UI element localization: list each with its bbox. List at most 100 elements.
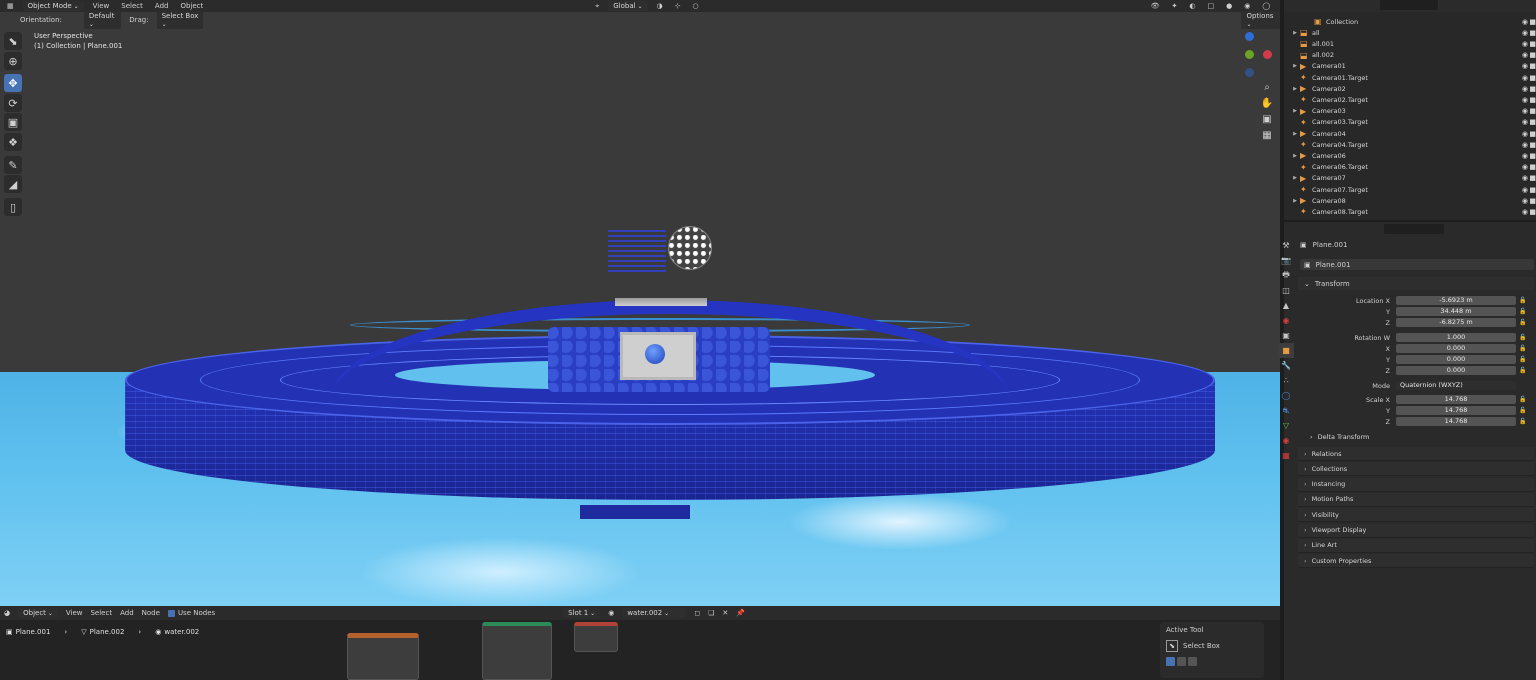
render-camera-icon[interactable]: ■ [1529, 51, 1536, 59]
outliner-item[interactable]: ▶ ▶ Camera08 ◉ ■ [1284, 195, 1536, 206]
rotation-w-field[interactable]: 1.000 [1396, 333, 1516, 342]
render-camera-icon[interactable]: ■ [1529, 163, 1536, 171]
rotation-x-field[interactable]: 0.000 [1396, 344, 1516, 353]
eye-icon[interactable]: ◉ [1522, 130, 1528, 138]
gizmo-x-axis-icon[interactable] [1263, 50, 1272, 59]
principled-bsdf-node[interactable] [482, 622, 552, 680]
image-texture-node[interactable] [347, 633, 419, 680]
outliner-item[interactable]: ▶ ▶ Camera07 ◉ ■ [1284, 173, 1536, 184]
proportional-icon[interactable]: ○ [690, 1, 702, 11]
outliner-item[interactable]: ✦ Camera08.Target ◉ ■ [1284, 206, 1536, 217]
eye-icon[interactable]: ◉ [1522, 40, 1528, 48]
menu-object[interactable]: Object [177, 1, 206, 11]
shading-rendered-icon[interactable]: ◯ [1259, 1, 1273, 11]
material-tab-icon[interactable]: ◉ [1278, 433, 1294, 448]
render-camera-icon[interactable]: ■ [1529, 208, 1536, 216]
rotation-z-field[interactable]: 0.000 [1396, 366, 1516, 375]
properties-search-input[interactable] [1384, 224, 1444, 234]
render-camera-icon[interactable]: ■ [1529, 197, 1536, 205]
material-output-node[interactable] [574, 622, 618, 652]
select-mode-subtract-icon[interactable] [1188, 657, 1197, 666]
eye-icon[interactable]: ◉ [1522, 51, 1528, 59]
eye-icon[interactable]: ◉ [1522, 74, 1528, 82]
physics-tab-icon[interactable]: ◯ [1278, 388, 1294, 403]
eye-icon[interactable]: ◉ [1522, 197, 1528, 205]
menu-add[interactable]: Add [152, 1, 172, 11]
render-camera-icon[interactable]: ■ [1529, 96, 1536, 104]
panel-visibility[interactable]: Visibility [1298, 508, 1534, 523]
render-camera-icon[interactable]: ■ [1529, 141, 1536, 149]
lock-icon[interactable]: 🔓 [1519, 334, 1526, 341]
visibility-icon[interactable]: 👁 [1148, 1, 1163, 11]
eye-icon[interactable]: ◉ [1522, 107, 1528, 115]
eye-icon[interactable]: ◉ [1522, 141, 1528, 149]
menu-select[interactable]: Select [118, 1, 146, 11]
shield-icon[interactable]: ◻ [694, 609, 700, 617]
outliner-item[interactable]: ✦ Camera01.Target ◉ ■ [1284, 72, 1536, 83]
lock-icon[interactable]: 🔓 [1519, 418, 1526, 425]
expand-arrow-icon[interactable]: ▶ [1290, 108, 1300, 114]
orientation-select[interactable]: Default [83, 10, 122, 29]
editor-type-icon[interactable]: ▦ [4, 1, 17, 11]
eye-icon[interactable]: ◉ [1522, 96, 1528, 104]
particles-tab-icon[interactable]: ∴ [1278, 373, 1294, 388]
render-camera-icon[interactable]: ■ [1529, 186, 1536, 194]
output-tab-icon[interactable]: 🖶 [1278, 268, 1294, 283]
outliner-item[interactable]: ▶ ▶ Camera02 ◉ ■ [1284, 83, 1536, 94]
render-tab-icon[interactable]: 📷 [1278, 253, 1294, 268]
render-camera-icon[interactable]: ■ [1529, 18, 1536, 26]
pivot-icon[interactable]: ◑ [654, 1, 666, 11]
outliner-item[interactable]: ✦ Camera03.Target ◉ ■ [1284, 117, 1536, 128]
location-y-field[interactable]: 34.448 m [1396, 307, 1516, 316]
editor-type-icon[interactable]: ◕ [4, 609, 10, 617]
outliner-item[interactable]: ✦ Camera04.Target ◉ ■ [1284, 139, 1536, 150]
rotate-tool-icon[interactable]: ⟳ [4, 94, 22, 112]
add-cube-tool-icon[interactable]: ▯ [4, 198, 22, 216]
menu-select[interactable]: Select [90, 609, 112, 617]
zoom-icon[interactable]: ⌕ [1260, 80, 1274, 94]
shading-solid-icon[interactable]: ● [1223, 1, 1235, 11]
rotation-mode-select[interactable]: Quaternion (WXYZ) [1396, 381, 1516, 390]
texture-tab-icon[interactable]: ▦ [1278, 448, 1294, 463]
panel-line-art[interactable]: Line Art [1298, 538, 1534, 553]
lock-icon[interactable]: 🔓 [1519, 319, 1526, 326]
eye-icon[interactable]: ◉ [1522, 85, 1528, 93]
object-tab-icon[interactable]: ■ [1278, 343, 1294, 358]
data-tab-icon[interactable]: ▽ [1278, 418, 1294, 433]
node-type-select[interactable]: Object [18, 608, 58, 618]
panel-collections[interactable]: Collections [1298, 462, 1534, 477]
close-icon[interactable]: ✕ [722, 609, 728, 617]
outliner-item[interactable]: ▶ ▶ Camera06 ◉ ■ [1284, 150, 1536, 161]
snap-icon[interactable]: ⊹ [672, 1, 684, 11]
object-name-field[interactable]: ▣ Plane.001 [1300, 259, 1534, 270]
render-camera-icon[interactable]: ■ [1529, 62, 1536, 70]
panel-motion-paths[interactable]: Motion Paths [1298, 492, 1534, 507]
constraints-tab-icon[interactable]: ⛐ [1278, 403, 1294, 418]
render-camera-icon[interactable]: ■ [1529, 152, 1536, 160]
outliner-item[interactable]: ⬓ all.001 ◉ ■ [1284, 38, 1536, 49]
render-camera-icon[interactable]: ■ [1529, 85, 1536, 93]
options-dropdown[interactable]: Options [1241, 10, 1280, 29]
eye-icon[interactable]: ◉ [1522, 118, 1528, 126]
panel-instancing[interactable]: Instancing [1298, 477, 1534, 492]
shading-material-icon[interactable]: ◉ [1241, 1, 1253, 11]
panel-relations[interactable]: Relations [1298, 447, 1534, 461]
render-camera-icon[interactable]: ■ [1529, 29, 1536, 37]
eye-icon[interactable]: ◉ [1522, 29, 1528, 37]
view-layer-tab-icon[interactable]: ◫ [1278, 283, 1294, 298]
lock-icon[interactable]: 🔓 [1519, 345, 1526, 352]
outliner-item[interactable]: ▶ ⬓ all ◉ ■ [1284, 27, 1536, 38]
menu-add[interactable]: Add [120, 609, 134, 617]
material-field[interactable]: water.002 [622, 608, 687, 618]
outliner-item[interactable]: ▶ ▶ Camera04 ◉ ■ [1284, 128, 1536, 139]
select-tool-icon[interactable]: ⬊ [4, 32, 22, 50]
render-camera-icon[interactable]: ■ [1529, 74, 1536, 82]
scale-z-field[interactable]: 14.768 [1396, 417, 1516, 426]
eye-icon[interactable]: ◉ [1522, 208, 1528, 216]
move-tool-icon[interactable]: ✥ [4, 74, 22, 92]
outliner-item[interactable]: ✦ Camera07.Target ◉ ■ [1284, 184, 1536, 195]
select-mode-extend-icon[interactable] [1177, 657, 1186, 666]
outliner-item[interactable]: ▶ ▶ Camera01 ◉ ■ [1284, 61, 1536, 72]
measure-tool-icon[interactable]: ◢ [4, 175, 22, 193]
cursor-tool-icon[interactable]: ⊕ [4, 52, 22, 70]
